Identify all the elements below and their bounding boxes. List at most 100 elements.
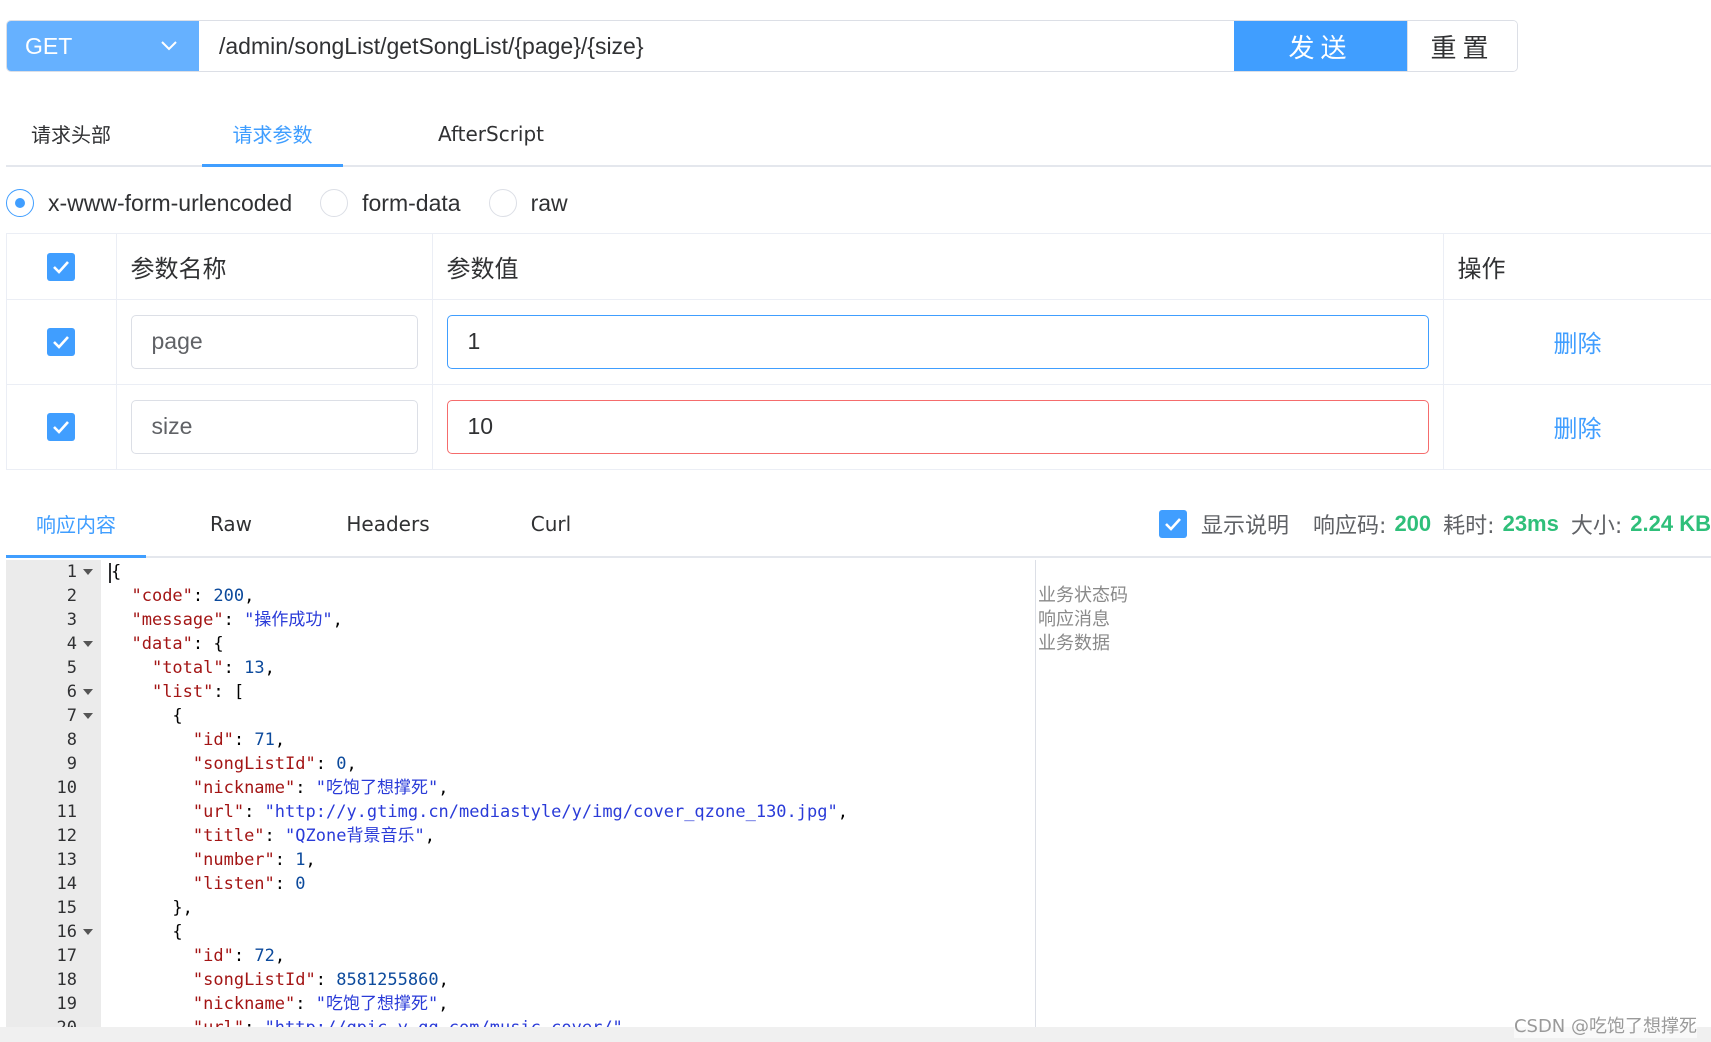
checkbox-checked-icon[interactable]: [47, 412, 76, 441]
checkbox-checked-icon[interactable]: [47, 327, 76, 356]
method-select[interactable]: GET: [7, 21, 199, 71]
radio-checked-icon: [6, 189, 34, 217]
show-desc-label[interactable]: 显示说明: [1201, 508, 1289, 540]
tab-response-content[interactable]: 响应内容: [6, 489, 146, 558]
line-number: 18: [56, 970, 77, 990]
code-token: ,: [305, 850, 316, 870]
tab-curl[interactable]: Curl: [511, 489, 591, 558]
request-tabs: 请求头部 请求参数 AfterScript: [6, 100, 1711, 167]
table-row: 删除: [7, 384, 1711, 469]
code-token: 0: [295, 874, 306, 894]
code-token: 71: [254, 730, 275, 750]
code-line: "songListId": 8581255860,: [101, 968, 1035, 992]
header-select-all[interactable]: [7, 234, 117, 300]
code-token: "nickname": [192, 778, 296, 798]
tab-request-headers[interactable]: 请求头部: [6, 100, 136, 167]
code-token: 0: [336, 754, 347, 774]
code-token: "url": [193, 1018, 244, 1027]
line-number[interactable]: 4: [6, 632, 101, 656]
tab-request-params[interactable]: 请求参数: [202, 100, 343, 167]
url-input[interactable]: [199, 21, 1234, 71]
delete-link[interactable]: 删除: [1458, 324, 1698, 359]
code-token: "number": [192, 850, 275, 870]
body-type-radio-group: x-www-form-urlencoded form-data raw: [6, 184, 596, 222]
row-checkbox-cell: [7, 299, 117, 385]
line-number: 13: [56, 850, 77, 870]
line-number[interactable]: 16: [6, 920, 101, 944]
code-token: ,: [332, 610, 343, 630]
code-line: "data": {: [101, 632, 1035, 656]
param-name-input[interactable]: [130, 314, 418, 369]
code-token: ,: [274, 730, 286, 750]
code-token: "http://y.gtimg.cn/mediastyle/y/img/cove…: [264, 802, 838, 822]
code-token: "songListId": [192, 754, 316, 774]
delete-link[interactable]: 删除: [1458, 409, 1698, 444]
code-token: 1: [295, 850, 306, 870]
size-value: 2.24 KB: [1630, 510, 1711, 536]
code-token: 200: [213, 586, 245, 606]
code-line: },: [101, 896, 1035, 920]
code-token: ,: [274, 946, 286, 966]
tab-raw[interactable]: Raw: [186, 489, 276, 558]
header-param-value: 参数值: [432, 234, 1444, 300]
code-token: :: [315, 754, 337, 774]
radio-x-www-form-urlencoded[interactable]: x-www-form-urlencoded: [6, 189, 292, 217]
code-line: "list": [: [101, 680, 1035, 704]
line-number: 12: [56, 826, 77, 846]
radio-raw[interactable]: raw: [488, 189, 568, 217]
response-editor[interactable]: 1234567891011121314151617181920 { "code"…: [6, 560, 1711, 1027]
param-value-input[interactable]: [446, 399, 1429, 454]
code-token: "吃饱了想撑死": [315, 778, 439, 798]
code-area[interactable]: { "code": 200, "message": "操作成功", "data"…: [101, 560, 1036, 1027]
status-label: 响应码:: [1313, 513, 1387, 539]
field-description: [1036, 560, 1336, 584]
code-token: :: [264, 826, 286, 846]
line-number: 14: [56, 874, 77, 894]
send-button[interactable]: 发送: [1234, 21, 1407, 71]
code-token: ,: [438, 970, 449, 990]
code-line: "url": "http://qpic.y.qq.com/music_cover…: [101, 1016, 1035, 1027]
tab-afterscript[interactable]: AfterScript: [416, 100, 566, 167]
line-number: 20: [6, 1016, 101, 1027]
radio-form-data[interactable]: form-data: [320, 189, 461, 217]
line-number: 8: [66, 730, 77, 750]
chevron-down-icon: [159, 36, 179, 56]
field-description: 响应消息: [1038, 609, 1110, 630]
code-token: :: [244, 802, 265, 822]
line-number: 3: [66, 610, 77, 630]
response-info: 显示说明 响应码: 200 耗时: 23ms 大小: 2.24 KB: [1159, 489, 1711, 558]
code-token: ,: [346, 754, 357, 774]
show-desc-checkbox[interactable]: [1159, 509, 1187, 538]
line-number[interactable]: 7: [6, 704, 101, 728]
line-number[interactable]: 6: [6, 680, 101, 704]
radio-unchecked-icon: [488, 189, 517, 217]
code-token: :: [244, 1018, 264, 1027]
code-token: "message": [131, 610, 224, 630]
param-name-input[interactable]: [130, 399, 418, 454]
code-token: : {: [192, 634, 224, 654]
code-line: "nickname": "吃饱了想撑死",: [101, 776, 1035, 800]
tab-headers[interactable]: Headers: [331, 489, 445, 558]
code-token: "data": [131, 634, 193, 654]
watermark: CSDN @吃饱了想撑死: [1513, 1012, 1697, 1038]
code-line: {: [101, 560, 1035, 584]
active-tab-indicator: [202, 164, 343, 167]
code-token: "songListId": [192, 970, 316, 990]
param-value-input[interactable]: [446, 314, 1429, 369]
row-checkbox-cell: [7, 384, 117, 469]
code-token: :: [295, 778, 316, 798]
checkbox-checked-icon[interactable]: [47, 252, 76, 281]
request-bar: GET 发送 重置: [6, 20, 1518, 72]
size-label: 大小:: [1570, 513, 1623, 539]
horizontal-scrollbar[interactable]: [0, 1027, 1711, 1042]
line-number[interactable]: 1: [6, 560, 101, 584]
reset-button[interactable]: 重置: [1407, 21, 1517, 71]
line-number: 10: [56, 778, 77, 798]
